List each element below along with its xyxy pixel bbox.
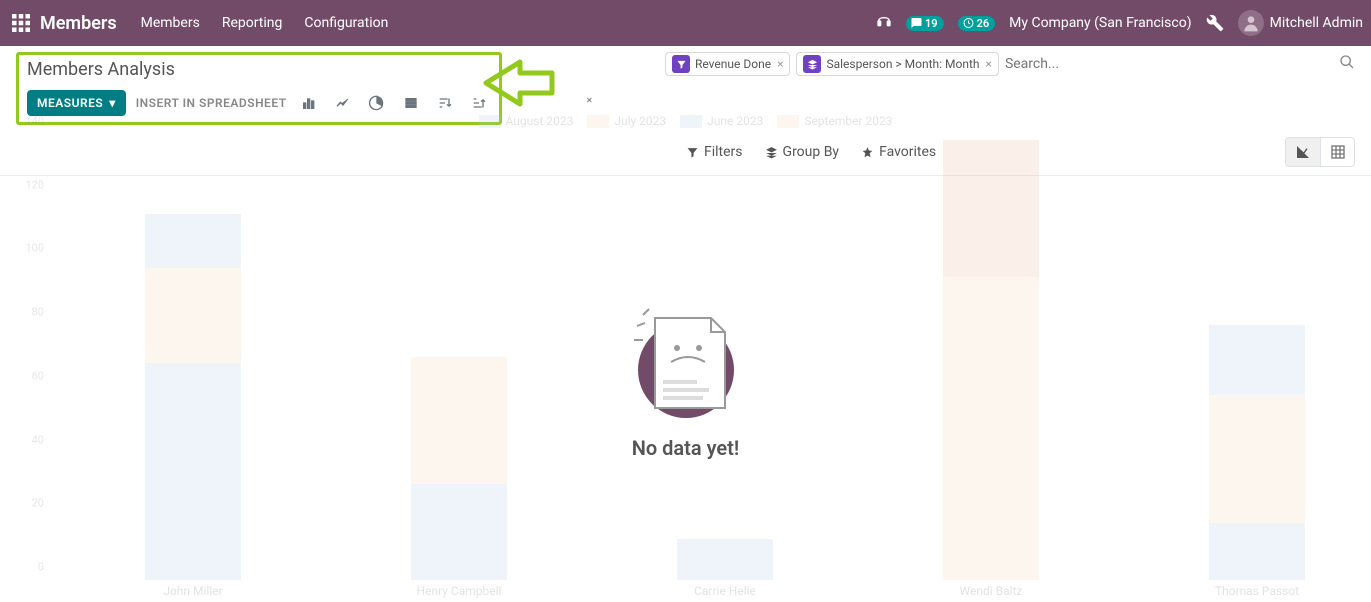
measures-button[interactable]: MEASURES▾	[27, 90, 126, 116]
avatar	[1238, 10, 1264, 36]
line-chart-icon[interactable]	[331, 91, 355, 115]
highlight-annotation: Members Analysis MEASURES▾ INSERT IN SPR…	[16, 52, 502, 125]
decorative-mark: ✕	[586, 96, 593, 105]
layers-icon	[803, 55, 821, 73]
arrow-annotation	[480, 58, 555, 108]
stacked-chart-icon[interactable]	[399, 91, 423, 115]
discuss-button[interactable]: 19	[906, 16, 944, 31]
nav-menu-members[interactable]: Members	[141, 15, 200, 31]
apps-icon[interactable]	[12, 14, 30, 32]
control-panel: Members Analysis MEASURES▾ INSERT IN SPR…	[0, 46, 1371, 176]
activities-button[interactable]: 26	[958, 16, 996, 31]
app-brand[interactable]: Members	[40, 13, 117, 34]
debug-icon[interactable]	[1206, 14, 1224, 32]
filters-dropdown[interactable]: Filters	[686, 144, 743, 160]
insert-spreadsheet-button[interactable]: INSERT IN SPREADSHEET	[136, 96, 287, 110]
graph-view-button[interactable]	[1286, 138, 1320, 166]
filter-icon	[672, 55, 690, 73]
activity-count: 26	[977, 17, 990, 30]
discuss-count: 19	[925, 17, 938, 30]
favorites-dropdown[interactable]: Favorites	[861, 144, 936, 160]
search-icon[interactable]	[1339, 54, 1355, 74]
search-input[interactable]	[999, 52, 1331, 76]
caret-down-icon: ▾	[109, 96, 116, 110]
bar-chart-icon[interactable]	[297, 91, 321, 115]
voip-icon[interactable]	[876, 15, 892, 31]
filter-chip-revenue-done[interactable]: Revenue Done ×	[665, 52, 790, 76]
search-bar: Revenue Done × Salesperson > Month: Mont…	[665, 52, 1355, 76]
pie-chart-icon[interactable]	[365, 91, 389, 115]
nav-menu-configuration[interactable]: Configuration	[304, 15, 388, 31]
user-menu[interactable]: Mitchell Admin	[1238, 10, 1363, 36]
remove-chip-icon[interactable]: ×	[777, 57, 783, 71]
remove-chip-icon[interactable]: ×	[986, 57, 992, 71]
nav-menu-reporting[interactable]: Reporting	[222, 15, 283, 31]
main-navbar: Members Members Reporting Configuration …	[0, 0, 1371, 46]
empty-state: No data yet!	[631, 300, 741, 460]
sort-desc-icon[interactable]	[433, 91, 457, 115]
user-name: Mitchell Admin	[1270, 15, 1363, 31]
group-by-dropdown[interactable]: Group By	[765, 144, 840, 160]
filter-chip-salesperson-month[interactable]: Salesperson > Month: Month ×	[796, 52, 998, 76]
page-title: Members Analysis	[27, 59, 491, 80]
company-switcher[interactable]: My Company (San Francisco)	[1009, 15, 1191, 31]
view-switcher	[1285, 137, 1355, 167]
empty-state-message: No data yet!	[631, 436, 741, 460]
pivot-view-button[interactable]	[1320, 138, 1354, 166]
